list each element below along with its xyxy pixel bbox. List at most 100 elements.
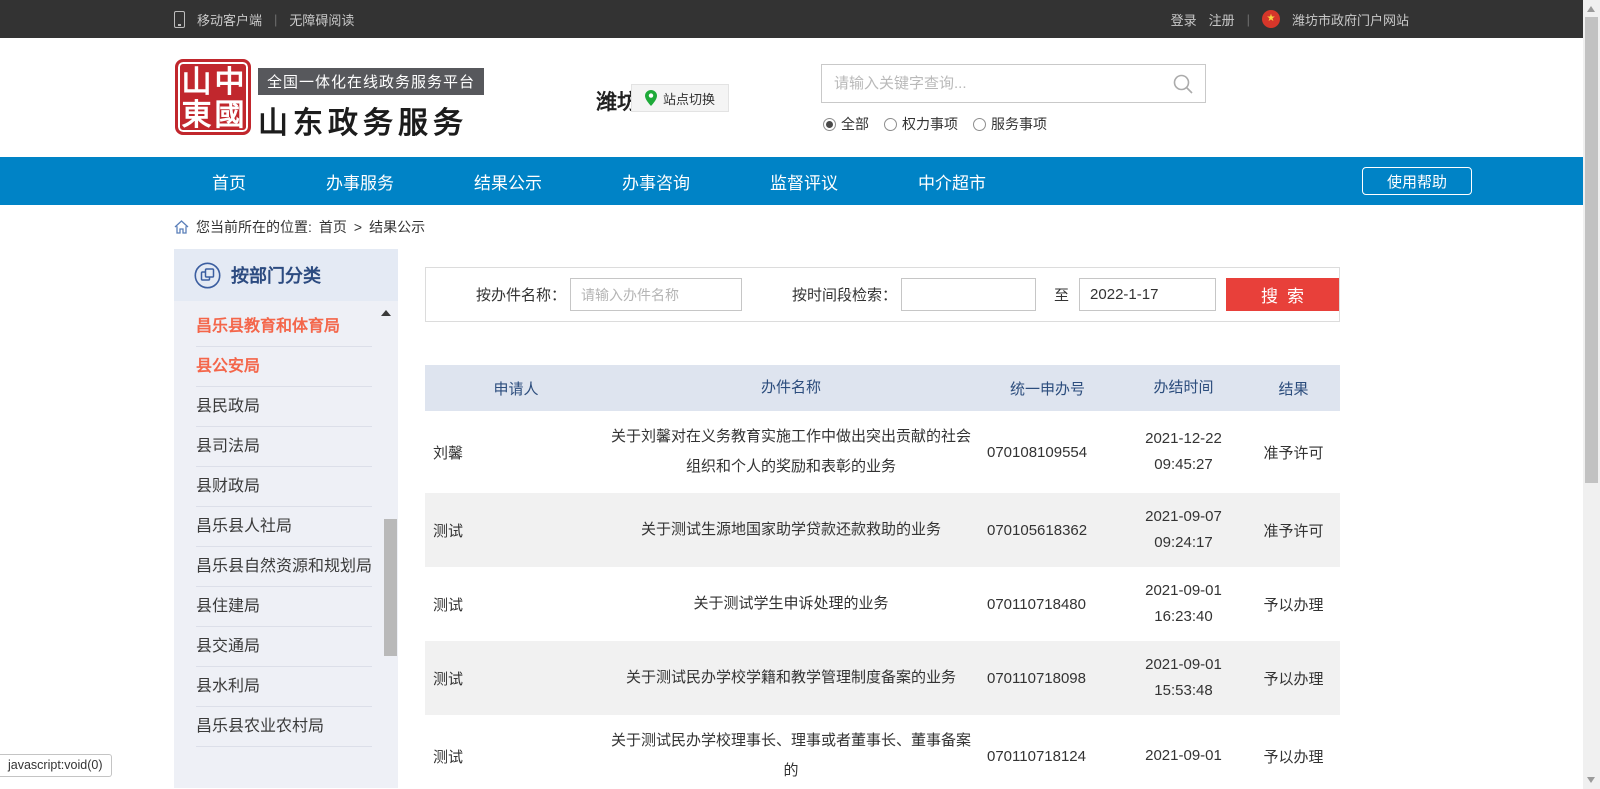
mobile-client-link[interactable]: 移动客户端 — [197, 10, 262, 29]
keyword-search-input[interactable] — [822, 75, 1161, 92]
topbar-divider: | — [274, 12, 277, 27]
table-row[interactable]: 测试 关于测试民办学校理事长、理事或者董事长、董事备案的 07011071812… — [425, 715, 1340, 789]
cell-number: 070105618362 — [975, 522, 1120, 539]
cell-applicant: 测试 — [425, 594, 607, 615]
scroll-down-arrow-icon[interactable] — [1587, 777, 1595, 783]
search-scope-radio[interactable]: 服务事项 — [973, 114, 1047, 134]
sidebar-header: 按部门分类 — [174, 249, 398, 301]
search-scope-options: 全部 权力事项 服务事项 — [823, 114, 1047, 134]
table-row[interactable]: 测试 关于测试学生申诉处理的业务 070110718480 2021-09-01… — [425, 567, 1340, 641]
page-scrollbar-thumb[interactable] — [1585, 17, 1598, 483]
cell-result: 予以办理 — [1247, 594, 1340, 615]
radio-label: 服务事项 — [991, 114, 1047, 134]
cell-time-line: 15:53:48 — [1120, 678, 1247, 704]
scroll-up-arrow-icon[interactable] — [1587, 6, 1595, 12]
date-to-input[interactable] — [1079, 278, 1216, 311]
sidebar-scrollbar-thumb[interactable] — [384, 519, 397, 656]
radio-label: 全部 — [841, 114, 869, 134]
cell-time-line: 09:24:17 — [1120, 530, 1247, 556]
nav-item[interactable]: 首页 — [212, 169, 246, 194]
department-item[interactable]: 县水利局 — [196, 667, 372, 707]
breadcrumb-current[interactable]: 结果公示 — [369, 217, 425, 237]
cell-applicant: 测试 — [425, 520, 607, 541]
column-header-result: 结果 — [1247, 378, 1340, 399]
site-switch-label: 站点切换 — [663, 89, 715, 108]
accessibility-link[interactable]: 无障碍阅读 — [289, 10, 354, 29]
site-logo-seal[interactable]: 山 中 東 國 — [175, 59, 251, 135]
cell-number: 070110718098 — [975, 670, 1120, 687]
department-list: 昌乐县教育和体育局 县公安局 县民政局 县司法局 县财政局 昌乐县人社局 昌乐县… — [174, 301, 398, 788]
register-link[interactable]: 注册 — [1209, 10, 1235, 29]
date-to-label: 至 — [1054, 284, 1069, 305]
site-logo-text[interactable]: 全国一体化在线政务服务平台 山东政务服务 — [258, 68, 484, 142]
results-content: 按办件名称： 按时间段检索： 至 搜索 申请人 办件名称 统一申办号 办结时间 … — [425, 249, 1340, 789]
department-sidebar: 按部门分类 昌乐县教育和体育局 县公安局 县民政局 县司法局 县财政局 昌乐县人… — [174, 249, 398, 788]
page-scrollbar[interactable] — [1583, 0, 1600, 789]
portal-link[interactable]: 潍坊市政府门户网站 — [1292, 10, 1409, 29]
platform-badge: 全国一体化在线政务服务平台 — [258, 68, 484, 95]
cell-date-line: 2021-09-01 — [1120, 652, 1247, 678]
topbar-divider: | — [1247, 12, 1250, 27]
radio-circle-icon — [884, 118, 897, 131]
breadcrumb-home-link[interactable]: 首页 — [319, 217, 347, 237]
keyword-search-box — [821, 64, 1206, 103]
browser-status-tooltip: javascript:void(0) — [0, 754, 112, 777]
cell-name: 关于刘馨对在义务教育实施工作中做出突出贡献的社会组织和个人的奖励和表彰的业务 — [607, 422, 975, 482]
name-filter-input[interactable] — [570, 278, 742, 311]
column-header-number: 统一申办号 — [975, 378, 1120, 399]
table-row[interactable]: 测试 关于测试生源地国家助学贷款还款救助的业务 070105618362 202… — [425, 493, 1340, 567]
nav-item[interactable]: 办事咨询 — [622, 169, 690, 194]
department-item[interactable]: 县民政局 — [196, 387, 372, 427]
nav-item[interactable]: 办事服务 — [326, 169, 394, 194]
table-body: 刘馨 关于刘馨对在义务教育实施工作中做出突出贡献的社会组织和个人的奖励和表彰的业… — [425, 411, 1340, 789]
national-emblem-icon: ★ — [1262, 10, 1280, 28]
search-submit-button[interactable] — [1161, 65, 1205, 102]
table-row[interactable]: 刘馨 关于刘馨对在义务教育实施工作中做出突出贡献的社会组织和个人的奖励和表彰的业… — [425, 411, 1340, 493]
department-item[interactable]: 县交通局 — [196, 627, 372, 667]
cell-time: 2021-09-01 16:23:40 — [1120, 578, 1247, 630]
seal-char: 東 — [180, 99, 213, 132]
department-item[interactable]: 县司法局 — [196, 427, 372, 467]
scroll-up-arrow-icon[interactable] — [381, 310, 391, 316]
department-item[interactable]: 昌乐县教育和体育局 — [196, 307, 372, 347]
login-link[interactable]: 登录 — [1171, 10, 1197, 29]
home-icon — [174, 220, 189, 234]
site-switch-button[interactable]: 站点切换 — [631, 84, 729, 112]
category-icon — [194, 262, 221, 289]
department-item[interactable]: 昌乐县人社局 — [196, 507, 372, 547]
department-item[interactable]: 县公安局 — [196, 347, 372, 387]
filter-bar: 按办件名称： 按时间段检索： 至 搜索 — [425, 267, 1340, 322]
cell-number: 070110718124 — [975, 748, 1120, 765]
cell-result: 准予许可 — [1247, 520, 1340, 541]
filter-search-button[interactable]: 搜索 — [1226, 278, 1339, 311]
main-nav-list: 首页 办事服务 结果公示 办事咨询 监督评议 中介超市 — [174, 157, 1409, 205]
nav-item[interactable]: 结果公示 — [474, 169, 542, 194]
nav-item[interactable]: 中介超市 — [918, 169, 986, 194]
cell-time-line: 16:23:40 — [1120, 604, 1247, 630]
radio-circle-icon — [973, 118, 986, 131]
date-from-input[interactable] — [901, 278, 1036, 311]
department-item[interactable]: 县财政局 — [196, 467, 372, 507]
table-row[interactable]: 测试 关于测试民办学校学籍和教学管理制度备案的业务 070110718098 2… — [425, 641, 1340, 715]
department-item[interactable]: 县住建局 — [196, 587, 372, 627]
cell-name: 关于测试民办学校学籍和教学管理制度备案的业务 — [607, 663, 975, 693]
cell-result: 予以办理 — [1247, 668, 1340, 689]
breadcrumb: 您当前所在的位置: 首页 > 结果公示 — [174, 205, 1583, 249]
sidebar-title: 按部门分类 — [231, 262, 321, 288]
name-filter-label: 按办件名称： — [476, 284, 566, 305]
search-scope-radio[interactable]: 全部 — [823, 114, 869, 134]
cell-number: 070110718480 — [975, 596, 1120, 613]
nav-item[interactable]: 监督评议 — [770, 169, 838, 194]
main-nav: 首页 办事服务 结果公示 办事咨询 监督评议 中介超市 使用帮助 — [0, 157, 1583, 205]
cell-name: 关于测试生源地国家助学贷款还款救助的业务 — [607, 515, 975, 545]
search-scope-radio[interactable]: 权力事项 — [884, 114, 958, 134]
cell-date-line: 2021-09-07 — [1120, 504, 1247, 530]
help-button[interactable]: 使用帮助 — [1362, 167, 1472, 195]
cell-time: 2021-09-01 — [1120, 743, 1247, 769]
cell-number: 070108109554 — [975, 444, 1120, 461]
topbar-left: 移动客户端 | 无障碍阅读 — [174, 10, 354, 29]
department-item[interactable]: 昌乐县农业农村局 — [196, 707, 372, 747]
cell-time: 2021-09-07 09:24:17 — [1120, 504, 1247, 556]
department-item[interactable]: 昌乐县自然资源和规划局 — [196, 547, 372, 587]
cell-time-line: 09:45:27 — [1120, 452, 1247, 478]
